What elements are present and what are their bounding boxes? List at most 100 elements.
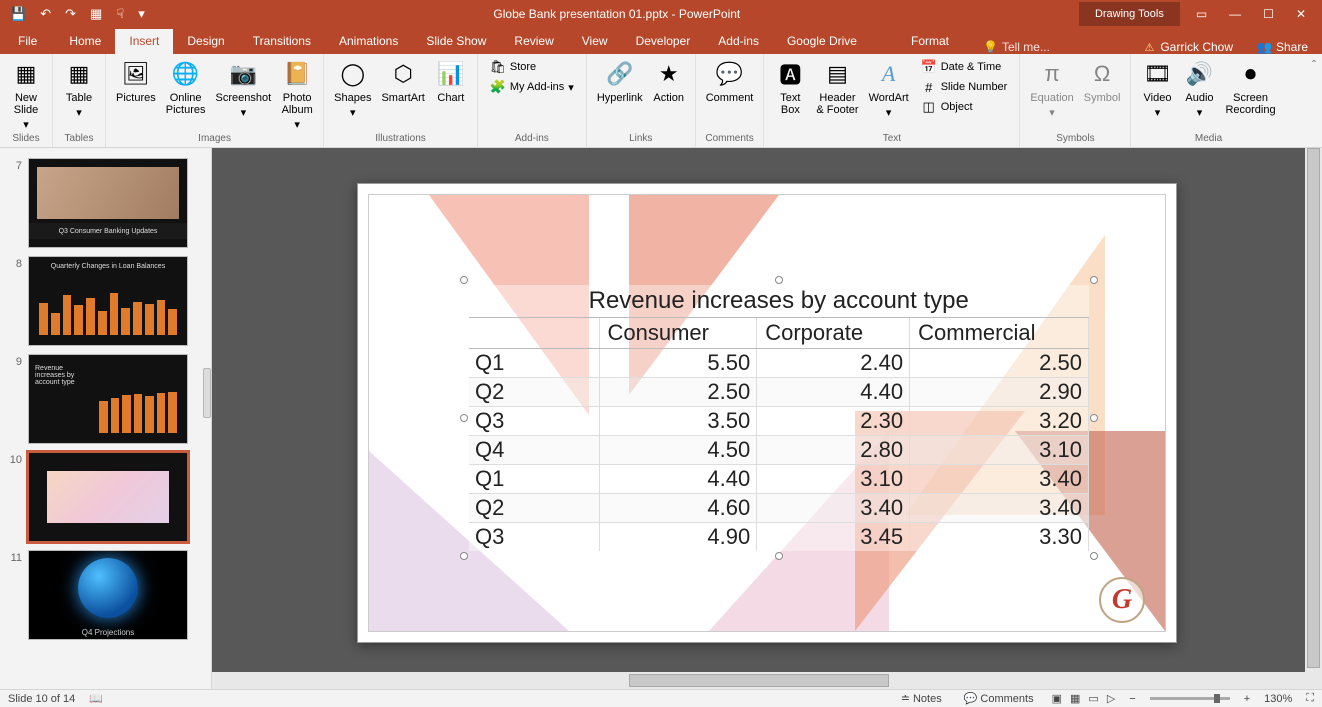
thumb-10[interactable]: 10 — [0, 448, 211, 546]
new-slide-button[interactable]: ▦New Slide▾ — [6, 56, 46, 133]
cell-value[interactable]: 3.40 — [910, 493, 1089, 522]
zoom-in-icon[interactable]: + — [1244, 693, 1250, 705]
fit-to-window-icon[interactable]: ⛶ — [1306, 692, 1314, 705]
row-label[interactable]: Q1 — [469, 464, 599, 493]
row-label[interactable]: Q2 — [469, 377, 599, 406]
video-button[interactable]: 🎞Video▾ — [1137, 56, 1177, 121]
thumbnail[interactable]: Q3 Consumer Banking Updates — [28, 158, 188, 248]
tab-google-drive[interactable]: Google Drive — [773, 29, 871, 54]
table-row[interactable]: Q15.502.402.50 — [469, 348, 1089, 377]
smartart-button[interactable]: ⬡SmartArt — [377, 56, 428, 106]
thumbnail[interactable]: Revenue increases by account type — [28, 354, 188, 444]
cell-value[interactable]: 2.40 — [757, 348, 910, 377]
slideshow-view-icon[interactable]: ▷ — [1107, 692, 1115, 705]
table-row[interactable]: Q24.603.403.40 — [469, 493, 1089, 522]
tell-me-search[interactable]: 💡Tell me... — [963, 40, 1134, 54]
ribbon-options-icon[interactable]: ▭ — [1196, 7, 1207, 21]
cell-value[interactable]: 3.30 — [910, 522, 1089, 551]
hyperlink-button[interactable]: 🔗Hyperlink — [593, 56, 647, 106]
thumbnail[interactable] — [28, 452, 188, 542]
signed-in-user[interactable]: ⚠Garrick Chow — [1134, 40, 1243, 54]
cell-value[interactable]: 2.80 — [757, 435, 910, 464]
table-object[interactable]: Revenue increases by account type Consum… — [469, 285, 1089, 551]
my-addins-button[interactable]: 🧩My Add-ins ▾ — [488, 78, 576, 96]
redo-icon[interactable]: ↷ — [65, 6, 76, 22]
tab-file[interactable]: File — [0, 29, 55, 54]
date-time-button[interactable]: 📅Date & Time — [919, 58, 1010, 76]
cell-value[interactable]: 3.20 — [910, 406, 1089, 435]
cell-value[interactable]: 2.90 — [910, 377, 1089, 406]
cell-value[interactable]: 4.60 — [599, 493, 757, 522]
normal-view-icon[interactable]: ▣ — [1052, 692, 1062, 705]
minimize-icon[interactable]: — — [1229, 7, 1241, 21]
row-label[interactable]: Q3 — [469, 522, 599, 551]
maximize-icon[interactable]: ☐ — [1263, 7, 1274, 21]
slide-thumbnails-pane[interactable]: 7 Q3 Consumer Banking Updates 8 Quarterl… — [0, 148, 212, 689]
slide-number-button[interactable]: #Slide Number — [919, 78, 1010, 96]
table-button[interactable]: ▦Table▾ — [59, 56, 99, 121]
zoom-slider[interactable] — [1150, 697, 1230, 700]
cell-value[interactable]: 4.50 — [599, 435, 757, 464]
tab-design[interactable]: Design — [173, 29, 238, 54]
cell-value[interactable]: 3.10 — [910, 435, 1089, 464]
screen-recording-button[interactable]: ⏺Screen Recording — [1221, 56, 1279, 118]
zoom-level[interactable]: 130% — [1264, 693, 1292, 705]
save-icon[interactable]: 💾 — [10, 6, 26, 22]
cell-value[interactable]: 4.90 — [599, 522, 757, 551]
start-from-beginning-icon[interactable]: ▦ — [90, 6, 102, 22]
data-table[interactable]: Revenue increases by account type Consum… — [469, 285, 1089, 551]
tab-developer[interactable]: Developer — [622, 29, 705, 54]
photo-album-button[interactable]: 📔Photo Album▾ — [277, 56, 317, 133]
table-row[interactable]: Q14.403.103.40 — [469, 464, 1089, 493]
tab-insert[interactable]: Insert — [115, 29, 173, 54]
close-icon[interactable]: ✕ — [1296, 7, 1306, 21]
cell-value[interactable]: 3.40 — [757, 493, 910, 522]
thumb-8[interactable]: 8 Quarterly Changes in Loan Balances — [0, 252, 211, 350]
tab-slideshow[interactable]: Slide Show — [412, 29, 500, 54]
table-row[interactable]: Q33.502.303.20 — [469, 406, 1089, 435]
sorter-view-icon[interactable]: ▦ — [1070, 692, 1080, 705]
row-label[interactable]: Q1 — [469, 348, 599, 377]
cell-value[interactable]: 2.50 — [910, 348, 1089, 377]
comments-button[interactable]: 💬 Comments — [960, 692, 1038, 705]
tab-review[interactable]: Review — [500, 29, 567, 54]
shapes-button[interactable]: ◯Shapes▾ — [330, 56, 375, 121]
collapse-ribbon-icon[interactable]: ˆ — [1312, 58, 1316, 72]
tab-view[interactable]: View — [568, 29, 622, 54]
spellcheck-icon[interactable]: 📖 — [89, 692, 103, 705]
slide[interactable]: Revenue increases by account type Consum… — [357, 183, 1177, 643]
screenshot-button[interactable]: 📷Screenshot▾ — [212, 56, 276, 121]
cell-value[interactable]: 2.30 — [757, 406, 910, 435]
cell-value[interactable]: 3.10 — [757, 464, 910, 493]
thumb-7[interactable]: 7 Q3 Consumer Banking Updates — [0, 154, 211, 252]
zoom-out-icon[interactable]: − — [1129, 693, 1135, 705]
row-label[interactable]: Q3 — [469, 406, 599, 435]
undo-icon[interactable]: ↶ — [40, 6, 51, 22]
touch-mode-icon[interactable]: ☟ — [116, 6, 124, 22]
cell-value[interactable]: 3.40 — [910, 464, 1089, 493]
wordart-button[interactable]: AWordArt▾ — [865, 56, 913, 121]
slide-counter[interactable]: Slide 10 of 14 — [8, 693, 75, 705]
online-pictures-button[interactable]: 🌐Online Pictures — [162, 56, 210, 118]
object-button[interactable]: ◫Object — [919, 98, 1010, 116]
notes-button[interactable]: ≐ Notes — [897, 692, 946, 705]
tab-transitions[interactable]: Transitions — [239, 29, 325, 54]
cell-value[interactable]: 3.50 — [599, 406, 757, 435]
horizontal-scrollbar[interactable] — [212, 672, 1305, 689]
qat-more-icon[interactable]: ▾ — [138, 6, 145, 22]
thumbnail[interactable]: Q4 Projections — [28, 550, 188, 640]
thumb-9[interactable]: 9 Revenue increases by account type — [0, 350, 211, 448]
table-row[interactable]: Q34.903.453.30 — [469, 522, 1089, 551]
vertical-scrollbar[interactable] — [1305, 148, 1322, 689]
row-label[interactable]: Q4 — [469, 435, 599, 464]
comment-button[interactable]: 💬Comment — [702, 56, 758, 106]
textbox-button[interactable]: 🅰Text Box — [770, 56, 810, 118]
header-footer-button[interactable]: ▤Header & Footer — [812, 56, 862, 118]
share-button[interactable]: 👥Share — [1243, 40, 1322, 54]
audio-button[interactable]: 🔊Audio▾ — [1179, 56, 1219, 121]
tab-home[interactable]: Home — [55, 29, 115, 54]
tab-addins[interactable]: Add-ins — [704, 29, 773, 54]
pictures-button[interactable]: 🖼Pictures — [112, 56, 160, 106]
cell-value[interactable]: 2.50 — [599, 377, 757, 406]
row-label[interactable]: Q2 — [469, 493, 599, 522]
